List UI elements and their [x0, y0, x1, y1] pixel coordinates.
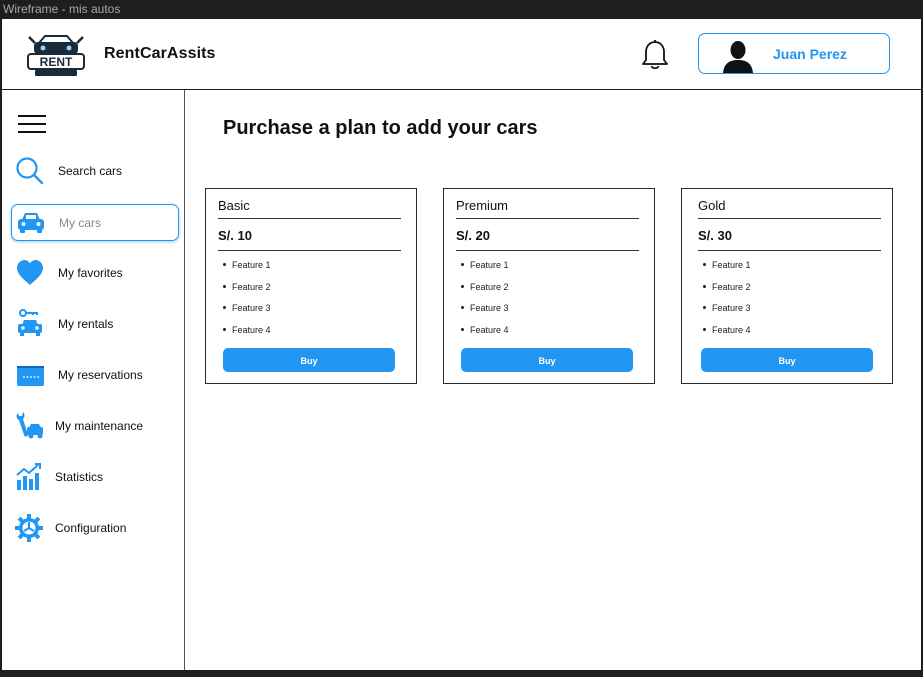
feature-item: Feature 1: [698, 258, 751, 280]
plan-name: Basic: [218, 198, 250, 213]
plan-price: S/. 10: [218, 228, 252, 243]
hamburger-menu-icon[interactable]: [17, 113, 47, 135]
gear-icon: [15, 514, 43, 542]
bell-icon[interactable]: [640, 39, 670, 71]
buy-premium-button[interactable]: Buy: [461, 348, 633, 372]
feature-list: Feature 1 Feature 2 Feature 3 Feature 4: [218, 258, 271, 344]
sidebar-item-my-reservations[interactable]: My reservations: [11, 357, 179, 394]
car-icon: [18, 213, 44, 233]
feature-item: Feature 1: [456, 258, 509, 280]
plan-name: Premium: [456, 198, 509, 213]
divider: [456, 250, 639, 251]
divider: [218, 218, 401, 219]
sidebar-item-configuration[interactable]: Configuration: [11, 510, 179, 547]
sidebar-item-label: My reservations: [58, 368, 143, 382]
sidebar-item-my-rentals[interactable]: My rentals: [11, 306, 179, 343]
divider: [698, 250, 881, 251]
feature-item: Feature 4: [456, 323, 509, 345]
divider: [456, 218, 639, 219]
sidebar-item-label: My cars: [59, 216, 101, 230]
plan-price: S/. 20: [456, 228, 490, 243]
plan-price: S/. 30: [698, 228, 732, 243]
divider: [218, 250, 401, 251]
rent-car-logo: RENT: [27, 35, 85, 76]
search-icon: [16, 157, 44, 185]
sidebar-item-statistics[interactable]: Statistics: [11, 459, 179, 496]
feature-item: Feature 4: [218, 323, 271, 345]
plan-card-gold: Gold S/. 30 Feature 1 Feature 2 Feature …: [681, 188, 893, 384]
car-key-icon: [18, 309, 42, 336]
wrench-car-icon: [16, 412, 43, 439]
plan-card-premium: Premium S/. 20 Feature 1 Feature 2 Featu…: [443, 188, 655, 384]
page-title: Purchase a plan to add your cars: [223, 117, 538, 139]
sidebar-item-my-cars[interactable]: My cars: [11, 204, 179, 241]
buy-basic-button[interactable]: Buy: [223, 348, 395, 372]
user-profile-button[interactable]: Juan Perez: [698, 33, 890, 74]
brand-name: RentCarAssits: [104, 45, 216, 62]
plan-card-basic: Basic S/. 10 Feature 1 Feature 2 Feature…: [205, 188, 417, 384]
feature-item: Feature 1: [218, 258, 271, 280]
sidebar-item-label: My rentals: [58, 317, 114, 331]
reservation-card-icon: [17, 366, 44, 386]
user-avatar-icon: [723, 41, 753, 73]
buy-gold-button[interactable]: Buy: [701, 348, 873, 372]
feature-item: Feature 3: [456, 301, 509, 323]
top-header: RENT RentCarAssits Juan Perez: [2, 19, 921, 90]
statistics-chart-icon: [16, 463, 41, 490]
feature-list: Feature 1 Feature 2 Feature 3 Feature 4: [456, 258, 509, 344]
sidebar-item-search-cars[interactable]: Search cars: [11, 153, 179, 190]
feature-item: Feature 2: [698, 280, 751, 302]
plan-name: Gold: [698, 198, 726, 213]
sidebar-item-label: Search cars: [58, 164, 123, 178]
feature-list: Feature 1 Feature 2 Feature 3 Feature 4: [698, 258, 751, 344]
feature-item: Feature 4: [698, 323, 751, 345]
feature-item: Feature 2: [218, 280, 271, 302]
window-bottom-edge: [0, 670, 923, 677]
sidebar-item-my-favorites[interactable]: My favorites: [11, 255, 179, 292]
feature-item: Feature 2: [456, 280, 509, 302]
sidebar-item-my-maintenance[interactable]: My maintenance: [11, 408, 179, 445]
heart-icon: [17, 260, 43, 285]
window-title: Wireframe - mis autos: [3, 2, 121, 16]
sidebar-item-label: My maintenance: [55, 419, 144, 433]
svg-text:RENT: RENT: [40, 55, 73, 69]
sidebar-item-label: My favorites: [58, 266, 123, 280]
feature-item: Feature 3: [698, 301, 751, 323]
app-frame: RENT RentCarAssits Juan Perez Search car…: [2, 19, 921, 670]
sidebar-item-label: Statistics: [55, 470, 104, 484]
feature-item: Feature 3: [218, 301, 271, 323]
sidebar-item-label: Configuration: [55, 521, 127, 535]
main-content: Purchase a plan to add your cars Basic S…: [186, 90, 921, 670]
user-name: Juan Perez: [773, 46, 847, 62]
sidebar: Search cars My cars My favorites My rent…: [2, 90, 185, 670]
divider: [698, 218, 881, 219]
